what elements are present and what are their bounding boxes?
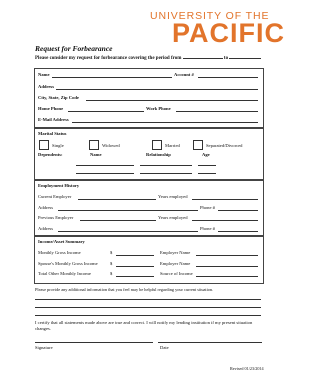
name-label: Name bbox=[38, 72, 50, 77]
employer-name-label-2: Employer Name bbox=[160, 261, 191, 266]
employment-history-section bbox=[34, 180, 264, 236]
current-employer-label: Current Employer bbox=[38, 194, 72, 199]
revised-date: Revised 01/23/2014 bbox=[230, 366, 264, 371]
employer-name-field-2[interactable] bbox=[196, 266, 258, 267]
married-checkbox[interactable] bbox=[152, 140, 162, 150]
current-employer-field[interactable] bbox=[78, 199, 156, 200]
additional-info-line-1[interactable] bbox=[35, 299, 261, 300]
signature-label: Signature bbox=[35, 345, 53, 350]
account-field[interactable] bbox=[198, 77, 258, 78]
period-to-text: to bbox=[223, 56, 229, 61]
home-phone-field[interactable] bbox=[68, 111, 144, 112]
previous-phone-field[interactable] bbox=[218, 231, 258, 232]
widowed-checkbox[interactable] bbox=[89, 140, 99, 150]
total-other-dollar-sign: $ bbox=[110, 271, 113, 276]
previous-address-label: Address bbox=[38, 226, 54, 231]
employer-name-field-1[interactable] bbox=[196, 255, 258, 256]
dependent-name-header: Name bbox=[90, 152, 102, 157]
income-asset-heading: Income/Asset Summary bbox=[38, 239, 85, 244]
date-field[interactable] bbox=[158, 342, 262, 343]
dependent-relationship-field-2[interactable] bbox=[140, 173, 192, 174]
city-field[interactable] bbox=[86, 100, 258, 101]
spouse-income-dollar-sign: $ bbox=[110, 261, 113, 266]
address-label: Address bbox=[38, 84, 54, 89]
previous-address-field[interactable] bbox=[58, 231, 198, 232]
date-label: Date bbox=[160, 345, 169, 350]
dependent-name-field-1[interactable] bbox=[76, 165, 134, 166]
dependent-relationship-header: Relationship bbox=[146, 152, 171, 157]
current-address-field[interactable] bbox=[58, 210, 198, 211]
university-logo-line2: PACIFIC bbox=[172, 18, 285, 48]
spouse-income-field[interactable] bbox=[116, 266, 154, 267]
period-intro-text: Please consider my request for forbearan… bbox=[35, 56, 182, 61]
work-phone-field[interactable] bbox=[176, 111, 258, 112]
email-label: E-Mail Address bbox=[38, 117, 69, 122]
previous-years-employed-field[interactable] bbox=[192, 220, 258, 221]
form-title: Request for Forbearance bbox=[35, 44, 113, 53]
previous-employer-label: Previous Employer bbox=[38, 215, 74, 220]
marital-status-heading: Marital Status bbox=[38, 131, 67, 136]
dependent-name-field-2[interactable] bbox=[76, 173, 134, 174]
spouse-income-label: Spouse's Monthly Gross Income bbox=[38, 261, 98, 266]
current-phone-field[interactable] bbox=[218, 210, 258, 211]
forbearance-request-form: UNIVERSITY OF THE PACIFIC Request for Fo… bbox=[0, 0, 298, 386]
employer-name-label-1: Employer Name bbox=[160, 250, 191, 255]
signature-field[interactable] bbox=[35, 342, 153, 343]
name-field[interactable] bbox=[52, 77, 172, 78]
separated-divorced-checkbox[interactable] bbox=[193, 140, 203, 150]
separated-divorced-label: Separated/Divorced bbox=[206, 143, 243, 148]
married-label: Married bbox=[165, 143, 180, 148]
email-field[interactable] bbox=[72, 122, 258, 123]
monthly-gross-dollar-sign: $ bbox=[110, 250, 113, 255]
employment-history-heading: Employment History bbox=[38, 183, 80, 188]
additional-info-prompt: Please provide any additional informatio… bbox=[35, 287, 214, 292]
dependent-relationship-field-1[interactable] bbox=[140, 165, 192, 166]
additional-info-line-2[interactable] bbox=[35, 307, 261, 308]
account-label: Account # bbox=[174, 72, 194, 77]
previous-phone-label: Phone # bbox=[200, 226, 215, 231]
total-other-income-field[interactable] bbox=[116, 276, 154, 277]
current-years-employed-label: Years employed bbox=[158, 194, 188, 199]
dependent-age-field-2[interactable] bbox=[198, 173, 216, 174]
current-address-label: Address bbox=[38, 205, 54, 210]
current-years-employed-field[interactable] bbox=[192, 199, 258, 200]
single-checkbox[interactable] bbox=[39, 140, 49, 150]
source-of-income-label: Source of Income bbox=[160, 271, 193, 276]
period-intro: Please consider my request for forbearan… bbox=[35, 56, 262, 61]
widowed-label: Widowed bbox=[102, 143, 120, 148]
period-from-field[interactable] bbox=[182, 58, 223, 59]
previous-years-employed-label: Years employed bbox=[158, 215, 188, 220]
period-to-field[interactable] bbox=[229, 58, 262, 59]
current-phone-label: Phone # bbox=[200, 205, 215, 210]
certification-statement: I certify that all statements made above… bbox=[35, 320, 253, 331]
home-phone-label: Home Phone bbox=[38, 106, 64, 111]
source-of-income-field[interactable] bbox=[196, 276, 258, 277]
address-field[interactable] bbox=[56, 89, 258, 90]
previous-employer-field[interactable] bbox=[80, 220, 156, 221]
dependent-age-header: Age bbox=[202, 152, 210, 157]
total-other-income-label: Total Other Monthly Income bbox=[38, 271, 91, 276]
dependent-age-field-1[interactable] bbox=[198, 165, 216, 166]
dependents-label: Dependents: bbox=[38, 152, 63, 157]
work-phone-label: Work Phone bbox=[146, 106, 171, 111]
monthly-gross-income-field[interactable] bbox=[116, 255, 154, 256]
single-label: Single bbox=[52, 143, 64, 148]
city-label: City, State, Zip Code bbox=[38, 95, 79, 100]
additional-info-line-3[interactable] bbox=[35, 315, 261, 316]
monthly-gross-income-label: Monthly Gross Income bbox=[38, 250, 81, 255]
